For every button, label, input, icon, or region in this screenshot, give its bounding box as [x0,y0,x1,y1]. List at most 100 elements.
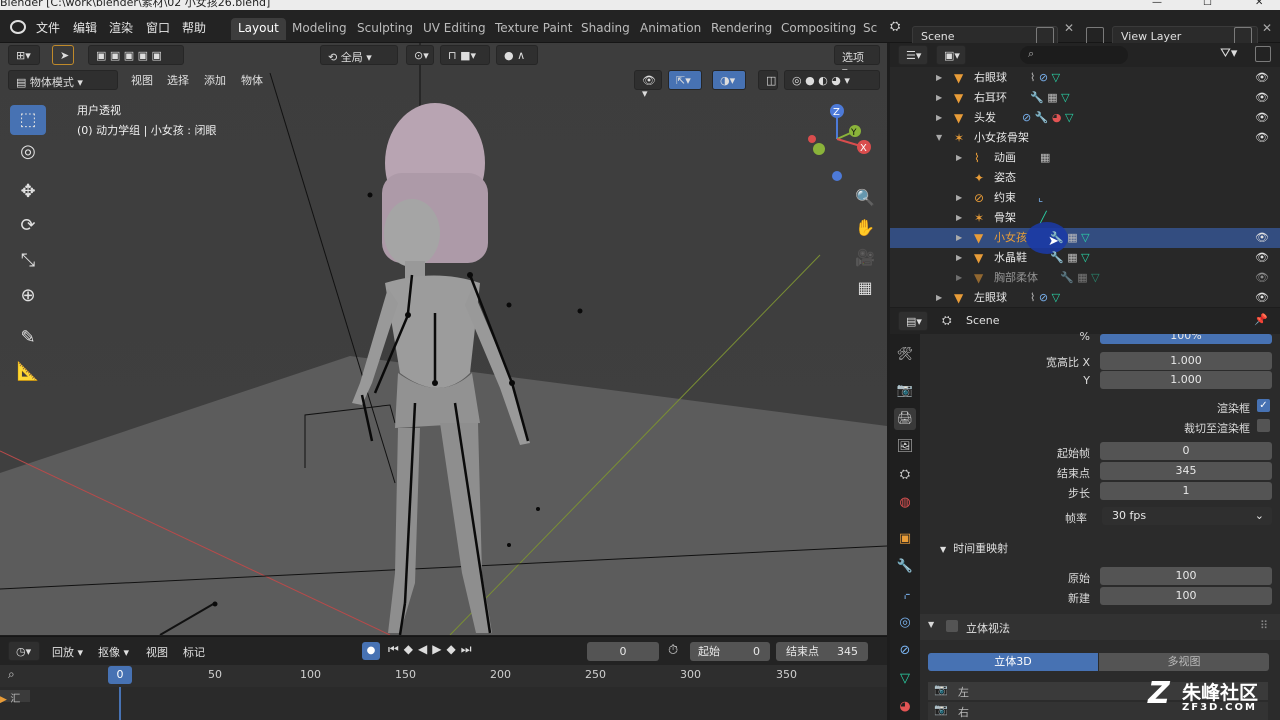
resolution-percent-slider[interactable]: 100% [1100,334,1272,344]
menu-keying[interactable]: 抠像 ▾ [98,644,129,660]
frame-end-field[interactable]: 345 [1100,462,1272,480]
fps-dropdown[interactable]: 30 fps ⌄ [1102,507,1272,525]
outliner-search-input[interactable]: ⌕ [1020,46,1128,64]
menu-add[interactable]: 添加 [204,72,226,88]
tab-shading[interactable]: Shading [574,18,637,40]
menu-window[interactable]: 窗口 [146,19,170,36]
menu-timeline-view[interactable]: 视图 [146,644,168,660]
outliner-row[interactable]: ▶ ▼ 左眼球 ⌇ ⊘ ▽ 👁 [890,288,1280,308]
tab-sculpting[interactable]: Sculpting [350,18,420,40]
pin-icon[interactable]: 📌 [1254,313,1268,326]
blender-logo-icon[interactable] [10,20,26,34]
tab-rendering[interactable]: Rendering [704,18,779,40]
gizmo-toggle-icon[interactable]: ⇱▾ [668,70,702,90]
xray-icon[interactable]: ◫ [758,70,778,90]
scene-tab-icon[interactable]: ⛭ [894,464,916,486]
menu-view[interactable]: 视图 [131,72,153,88]
outliner-row-selected[interactable]: ▶ ▼ 小女孩 🔧 ▦ ▽ ➤ 👁 [890,222,1280,254]
overlay-toggle-icon[interactable]: ◑▾ [712,70,746,90]
menu-help[interactable]: 帮助 [182,19,206,36]
tab-animation[interactable]: Animation [633,18,708,40]
outliner-row[interactable]: ▶ ▼ 头发 ⊘ 🔧 ◕ ▽ 👁 [890,108,1280,128]
visibility-eye-icon[interactable]: 👁 [1255,108,1269,128]
outliner-editor[interactable]: ☰▾ ▣▾ ⌕ ⛛▾ ▶ ▼ 右眼球 ⌇ ⊘ ▽ 👁 ▶ ▼ 右耳环 🔧 ▦ ▽… [890,43,1280,307]
close-button[interactable]: ✕ [1255,0,1263,8]
material-tab-icon[interactable]: ◕ [894,696,916,718]
remap-old-field[interactable]: 100 [1100,567,1272,585]
multiview-tab[interactable]: 多视图 [1099,653,1269,671]
expand-arrow-icon[interactable]: ▶ [936,88,942,108]
tab-uv-editing[interactable]: UV Editing [416,18,493,40]
outliner-row[interactable]: ▶ ▼ 右眼球 ⌇ ⊘ ▽ 👁 [890,68,1280,88]
expand-arrow-icon[interactable]: ▶ [956,248,962,268]
annotate-tool-icon[interactable]: ✎ [10,323,46,353]
maximize-button[interactable]: ☐ [1203,0,1212,8]
outliner-row[interactable]: ▶ ▼ 水晶鞋 🔧 ▦ ▽ 👁 [890,248,1280,268]
modifier-icons[interactable]: ⌇ ⊘ ▽ [1030,288,1060,308]
menu-edit[interactable]: 编辑 [73,19,97,36]
particles-tab-icon[interactable]: ⌌ [894,584,916,606]
aspect-x-field[interactable]: 1.000 [1100,352,1272,370]
stereo-3d-tab[interactable]: 立体3D [928,653,1098,671]
outliner-row[interactable]: ▼ ✶ 小女孩骨架 👁 [890,128,1280,148]
tab-layout[interactable]: Layout [231,18,286,40]
camera-view-icon[interactable]: 🎥 [852,245,878,271]
visibility-eye-icon[interactable]: 👁 [1255,88,1269,108]
menu-object[interactable]: 物体 [241,72,263,88]
drag-handle-icon[interactable]: ⠿ [1260,619,1268,632]
stopwatch-icon[interactable]: ⏱ [668,643,678,658]
visibility-eye-icon[interactable]: 👁 [1255,268,1269,288]
visibility-icon[interactable]: 👁▾ [634,70,662,100]
select-mode-icons[interactable]: ▣ ▣ ▣ ▣ ▣ [88,45,184,65]
menu-select[interactable]: 选择 [167,72,189,88]
3d-viewport[interactable]: ⊞▾ ➤ ▣ ▣ ▣ ▣ ▣ ⟲ 全局 ▾ ⊙▾ ⊓ ■▾ ● ∧ 选项 ▾ ▤… [0,43,887,635]
expand-arrow-icon[interactable]: ▶ [956,148,962,168]
modifier-icons[interactable]: 🔧 ▦ ▽ [1060,268,1100,288]
new-collection-icon[interactable] [1255,46,1271,62]
current-frame-field[interactable]: 0 [587,642,659,661]
view-layer-tab-icon[interactable]: 🖼 [894,436,916,458]
timeline-editor-type-icon[interactable]: ◷▾ [8,641,40,661]
visibility-eye-icon[interactable]: 👁 [1255,128,1269,148]
cursor-tool-icon[interactable]: ◎ [10,137,46,167]
outliner-editor-type-icon[interactable]: ☰▾ [898,45,928,65]
modifier-tab-icon[interactable]: 🔧 [894,556,916,578]
modifier-icons[interactable]: ⊘ 🔧 ◕ ▽ [1022,108,1074,128]
visibility-eye-icon[interactable]: 👁 [1255,68,1269,88]
render-region-checkbox[interactable]: ✓ [1257,399,1270,412]
output-tab-icon[interactable]: 🖨 [894,408,916,430]
expand-arrow-icon[interactable]: ▶ [936,108,942,128]
outliner-row[interactable]: ▶ ⊘ 约束 ⌞ [890,188,1280,208]
playback-controls[interactable]: ⏮◆◀▶◆⏭ [388,642,477,657]
crop-checkbox[interactable] [1257,419,1270,432]
expand-arrow-icon[interactable]: ▶ [956,188,962,208]
object-tab-icon[interactable]: ▣ [894,528,916,550]
tool-tab-icon[interactable]: 🛠 [894,344,916,366]
mode-dropdown[interactable]: ▤ 物体模式 ▾ [8,70,118,90]
tab-compositing[interactable]: Compositing [774,18,863,40]
summary-expand-icon[interactable]: ▶ [0,695,7,705]
stereoscopy-panel-header[interactable]: ▼ 立体视法 ⠿ [920,614,1280,640]
scale-tool-icon[interactable]: ⤡ [10,246,46,276]
display-mode-icon[interactable]: ▣▾ [936,45,966,65]
tab-scripting[interactable]: Sc [856,18,884,40]
scene-icon[interactable]: ⛭ [890,19,900,34]
aspect-y-field[interactable]: 1.000 [1100,371,1272,389]
visibility-eye-icon[interactable]: 👁 [1255,228,1269,248]
proportional-edit-icon[interactable]: ● ∧ [496,45,538,65]
menu-file[interactable]: 文件 [36,19,60,36]
timeline-editor[interactable]: ◷▾ 回放 ▾ 抠像 ▾ 视图 标记 ● ⏮◆◀▶◆⏭ 0 ⏱ 起始 0 结束点… [0,636,887,720]
properties-editor-type-icon[interactable]: ▤▾ [898,311,928,331]
timeline-search-icon[interactable]: ⌕ [8,667,15,682]
menu-playback[interactable]: 回放 ▾ [52,644,83,660]
tab-texture-paint[interactable]: Texture Paint [488,18,579,40]
expand-arrow-icon[interactable]: ▶ [956,228,962,248]
expand-arrow-icon[interactable]: ▶ [936,288,942,308]
expand-arrow-icon[interactable]: ▶ [956,268,962,288]
transform-orientation-dropdown[interactable]: ⟲ 全局 ▾ [320,45,398,65]
collapse-arrow-icon[interactable]: ▼ [936,128,942,148]
remap-new-field[interactable]: 100 [1100,587,1272,605]
shading-mode-icons[interactable]: ◎ ● ◐ ◕ ▾ [784,70,880,90]
visibility-eye-icon[interactable]: 👁 [1255,288,1269,308]
time-remap-panel[interactable]: ▼ 时间重映射 [940,540,1008,556]
